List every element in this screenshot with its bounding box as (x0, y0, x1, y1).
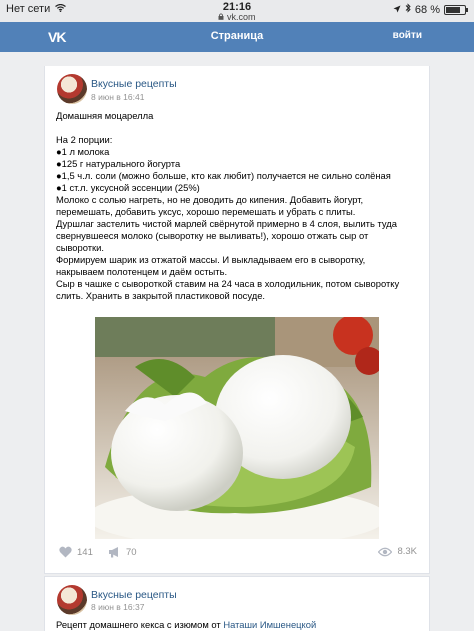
post-text: Рецепт домашнего кекса с изюмом от Наташ… (56, 619, 420, 631)
post-actions: 141 70 8.3K (57, 544, 419, 564)
post-author[interactable]: Вкусные рецепты (91, 589, 177, 601)
battery-percent: 68 % (414, 3, 440, 16)
status-right: 68 % (393, 3, 468, 16)
post-text-line: Домашняя моцарелла (56, 110, 154, 121)
post-card: Вкусные рецепты 8 июн в 16:41 Домашняя м… (44, 66, 430, 574)
like-count: 141 (77, 546, 93, 558)
post-date[interactable]: 8 июн в 16:41 (91, 92, 144, 102)
post-photo[interactable] (95, 317, 379, 539)
post-text-line: Молоко с солью нагреть, но не доводить д… (56, 194, 364, 205)
post-text-line: Дуршлаг застелить чистой марлей свёрнуто… (56, 218, 397, 229)
login-button[interactable]: войти (393, 30, 422, 41)
post-text-line: перемешать, добавить уксус, хорошо перем… (56, 206, 356, 217)
post-text-line: Формируем шарик из отжатой массы. И выкл… (56, 254, 366, 265)
post-card: Вкусные рецепты 8 июн в 16:37 Рецепт дом… (44, 576, 430, 631)
repost-button[interactable]: 70 (108, 546, 137, 558)
views-counter: 8.3K (378, 546, 417, 557)
post-text-line: слить. Хранить в закрытой пластиковой по… (56, 290, 266, 301)
post-text-line: ●1,5 ч.л. соли (можно больше, кто как лю… (56, 170, 391, 181)
lock-icon (218, 12, 227, 22)
like-button[interactable]: 141 (59, 546, 93, 558)
megaphone-icon (108, 546, 121, 558)
post-text-prefix: Рецепт домашнего кекса с изюмом от (56, 619, 224, 630)
post-text-line (56, 122, 420, 134)
navbar: VK Страница войти (0, 22, 474, 52)
post-text: Домашняя моцарелла На 2 порции: ●1 л молок… (56, 110, 420, 302)
post-text-line: ●1 л молока (56, 146, 110, 157)
repost-count: 70 (126, 546, 137, 558)
domain-label: vk.com (227, 12, 256, 22)
views-count: 8.3K (397, 546, 417, 557)
avatar[interactable] (57, 585, 87, 615)
mozzarella-image (95, 317, 379, 539)
post-date[interactable]: 8 июн в 16:37 (91, 602, 144, 612)
post-text-line: накрываем полотенцем и даём остыть. (56, 266, 228, 277)
post-text-line: свернувшееся молоко (сыворотку не вылива… (56, 230, 369, 241)
battery-fill (446, 6, 460, 13)
post-author[interactable]: Вкусные рецепты (91, 78, 177, 90)
post-text-line: ●125 г натурального йогурта (56, 158, 181, 169)
bluetooth-icon (405, 3, 411, 16)
status-bar: Нет сети 21:16 vk.com 68 % (0, 0, 474, 22)
post-text-line: сыворотки. (56, 242, 104, 253)
post-text-line: На 2 порции: (56, 134, 113, 145)
avatar[interactable] (57, 74, 87, 104)
heart-icon (59, 546, 72, 558)
battery-icon (444, 4, 468, 15)
author-mention-link[interactable]: Наташи Имшенецкой (223, 619, 316, 630)
post-text-line: Сыр в чашке с сывороткой ставим на 24 ча… (56, 278, 400, 289)
location-arrow-icon (393, 4, 401, 16)
post-text-line: ●1 ст.л. уксусной эссенции (25%) (56, 182, 200, 193)
eye-icon (378, 547, 393, 557)
